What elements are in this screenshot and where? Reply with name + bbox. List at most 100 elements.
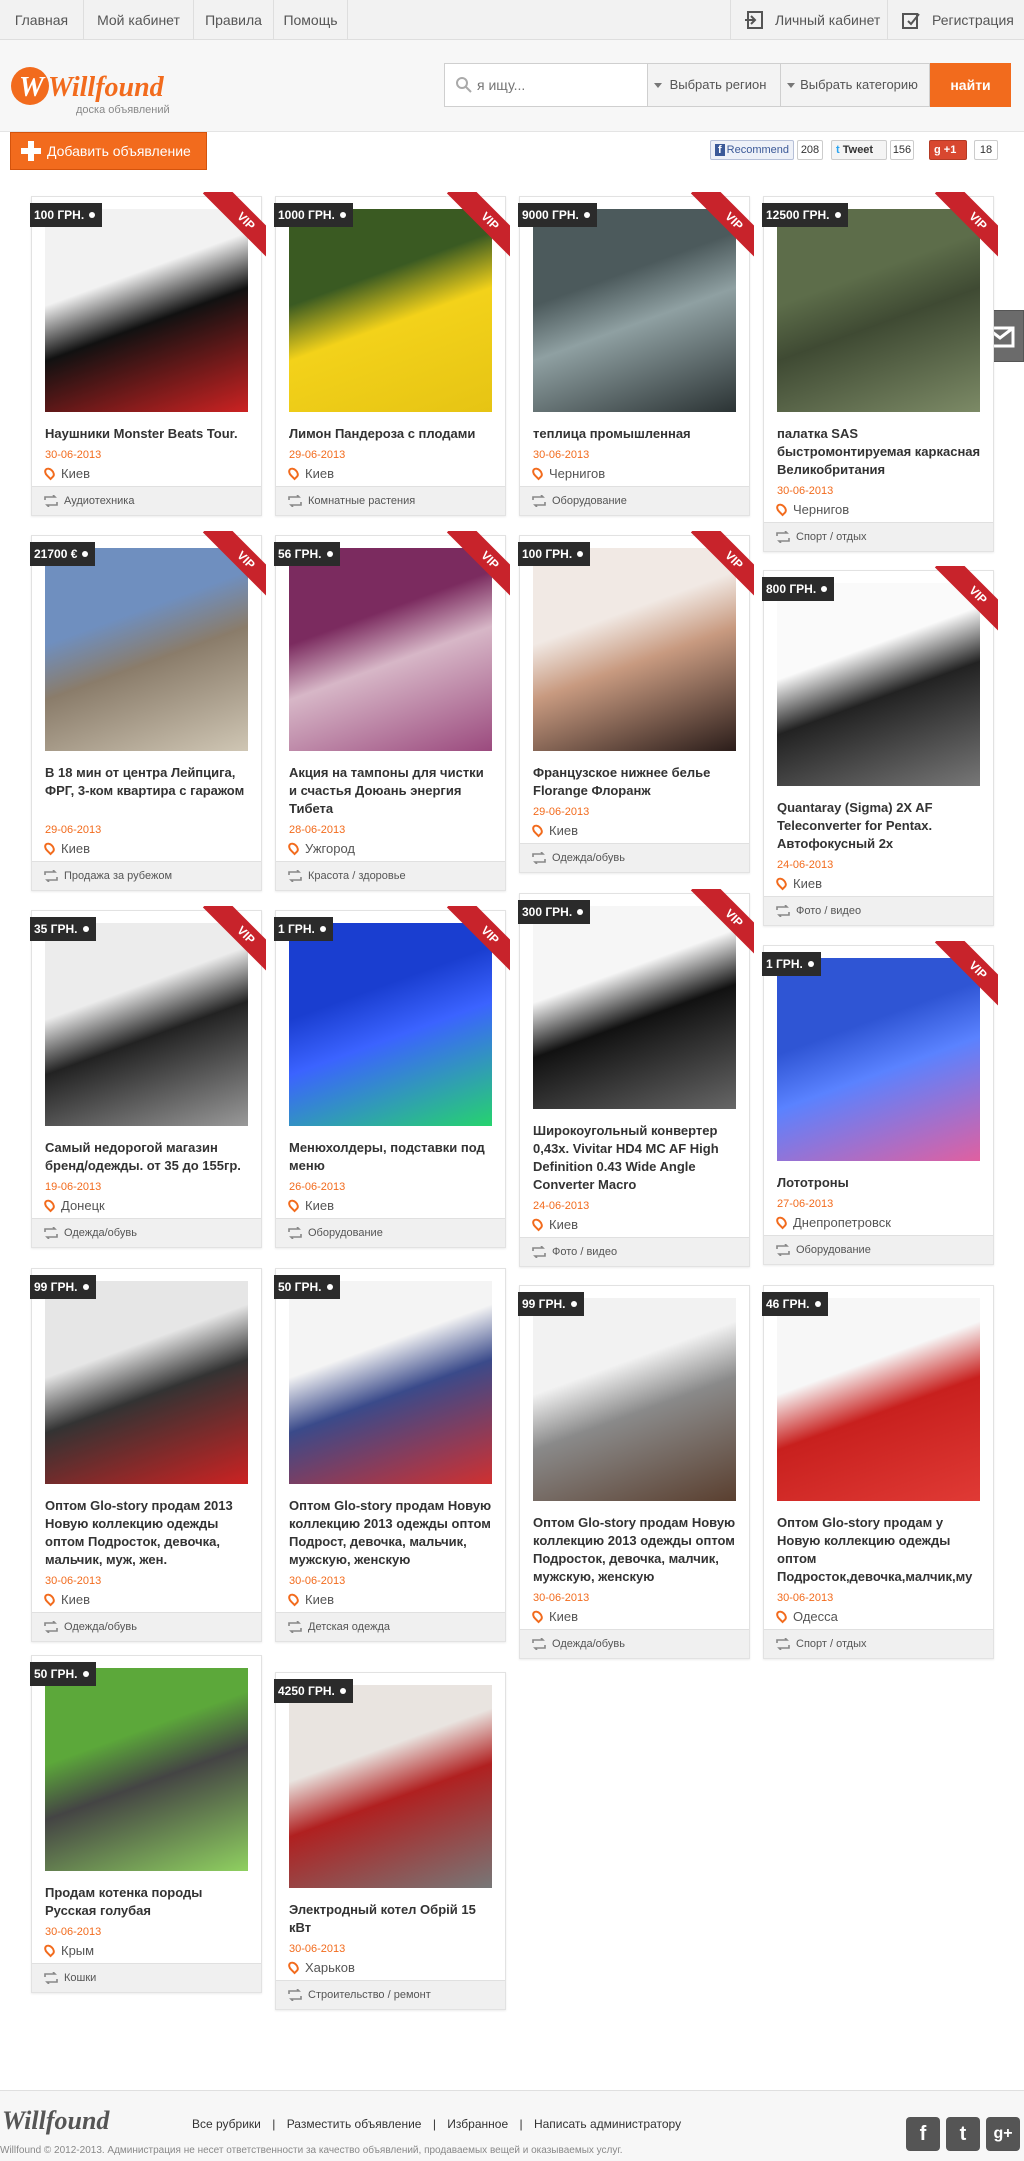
footer-link-favorites[interactable]: Избранное xyxy=(447,2117,508,2131)
listing-category[interactable]: Кошки xyxy=(32,1963,261,1992)
listing-category[interactable]: Одежда/обувь xyxy=(32,1612,261,1641)
listing-category[interactable]: Фото / видео xyxy=(764,896,993,925)
listing-category[interactable]: Фото / видео xyxy=(520,1237,749,1266)
listing-card[interactable]: 99 ГРН. Оптом Glo-story продам 2013 Новую… xyxy=(30,1268,262,1642)
listing-title[interactable]: Электродный котел Обрій 15 кВт xyxy=(289,1901,494,1937)
listing-category[interactable]: Одежда/обувь xyxy=(520,1629,749,1658)
search-input[interactable] xyxy=(477,64,647,106)
location-pin-icon xyxy=(42,1197,57,1213)
listing-image[interactable] xyxy=(533,1298,736,1501)
listing-category[interactable]: Комнатные растения xyxy=(276,486,505,515)
listing-category[interactable]: Оборудование xyxy=(276,1218,505,1247)
tweet-button[interactable]: t Tweet xyxy=(831,140,887,160)
listing-title[interactable]: Самый недорогой магазин бренд/одежды. от… xyxy=(45,1139,250,1175)
nav-personal-cabinet[interactable]: Личный кабинет xyxy=(730,0,887,40)
listing-title[interactable]: Менюхолдеры, подставки под меню xyxy=(289,1139,494,1175)
listing-title[interactable]: Продам котенка породы Русская голубая xyxy=(45,1884,250,1920)
listing-category[interactable]: Одежда/обувь xyxy=(520,843,749,872)
location-pin-icon xyxy=(774,501,789,517)
footer-link-contact-admin[interactable]: Написать администратору xyxy=(534,2117,681,2131)
listing-location: Киев xyxy=(42,840,90,856)
category-select[interactable]: Выбрать категорию xyxy=(781,63,930,107)
listing-title[interactable]: Оптом Glo-story продам у Новую коллекцию… xyxy=(777,1514,982,1586)
listing-title[interactable]: Оптом Glo-story продам Новую коллекцию 2… xyxy=(289,1497,494,1569)
vip-label: VIP xyxy=(202,192,266,265)
listing-card[interactable]: 100 ГРН. VIP Французское нижнее белье Flor… xyxy=(518,531,754,873)
location-pin-icon xyxy=(42,1942,57,1958)
listing-category[interactable]: Одежда/обувь xyxy=(32,1218,261,1247)
listing-title[interactable]: Оптом Glo-story продам Новую коллекцию 2… xyxy=(533,1514,738,1586)
google-plus-button[interactable]: g +1 xyxy=(929,140,967,160)
listing-image[interactable] xyxy=(777,1298,980,1501)
listing-card[interactable]: 1 ГРН. VIP Лототроны 27-06-2013 Днепропетров… xyxy=(762,941,998,1265)
listing-title[interactable]: Наушники Monster Beats Tour. xyxy=(45,425,250,443)
listing-image[interactable] xyxy=(45,1281,248,1484)
listing-category[interactable]: Строительство / ремонт xyxy=(276,1980,505,2009)
search-button[interactable]: найти xyxy=(930,63,1011,107)
svg-text:W: W xyxy=(19,72,46,103)
nav-rules[interactable]: Правила xyxy=(194,0,274,40)
listing-title[interactable]: теплица промышленная xyxy=(533,425,738,443)
listing-category[interactable]: Оборудование xyxy=(764,1235,993,1264)
nav-help[interactable]: Помощь xyxy=(274,0,348,40)
footer-link-place-ad[interactable]: Разместить объявление xyxy=(287,2117,422,2131)
listing-city: Одесса xyxy=(793,1609,838,1624)
nav-cabinet[interactable]: Мой кабинет xyxy=(84,0,194,40)
vip-ribbon: VIP xyxy=(192,192,266,266)
listing-date: 26-06-2013 xyxy=(289,1181,346,1193)
listing-card[interactable]: 21700 € VIP В 18 мин от центра Лейпцига, Ф… xyxy=(30,531,266,891)
listing-title[interactable]: Французское нижнее белье Florange Флоран… xyxy=(533,764,738,800)
listing-title[interactable]: В 18 мин от центра Лейпцига, ФРГ, 3-ком … xyxy=(45,764,250,800)
listing-image[interactable] xyxy=(45,1668,248,1871)
listing-card[interactable]: 35 ГРН. VIP Самый недорогой магазин бренд/… xyxy=(30,906,266,1248)
listing-card[interactable]: 50 ГРН. Оптом Glo-story продам Новую колл… xyxy=(274,1268,506,1642)
listing-card[interactable]: 1 ГРН. VIP Менюхолдеры, подставки под меню… xyxy=(274,906,510,1248)
listing-title[interactable]: Широкоугольный конвертер 0,43x. Vivitar … xyxy=(533,1122,738,1194)
footer-separator: | xyxy=(519,2117,523,2131)
listing-category-label: Одежда/обувь xyxy=(552,1638,625,1650)
listing-image[interactable] xyxy=(289,1281,492,1484)
listing-card[interactable]: 46 ГРН. Оптом Glo-story продам у Новую ко… xyxy=(762,1285,994,1659)
listing-category[interactable]: Спорт / отдых xyxy=(764,522,993,551)
listing-card[interactable]: 300 ГРН. VIP Широкоугольный конвертер 0,43… xyxy=(518,889,754,1267)
listing-title[interactable]: Акция на тампоны для чистки и счастья До… xyxy=(289,764,494,818)
listing-card[interactable]: 800 ГРН. VIP Quantaray (Sigma) 2X AF Telec… xyxy=(762,566,998,926)
listing-card[interactable]: 56 ГРН. VIP Акция на тампоны для чистки и … xyxy=(274,531,510,891)
listing-card[interactable]: 100 ГРН. VIP Наушники Monster Beats Tour. 3… xyxy=(30,192,266,516)
listing-category[interactable]: Аудиотехника xyxy=(32,486,261,515)
listing-location: Киев xyxy=(530,822,578,838)
listing-category[interactable]: Спорт / отдых xyxy=(764,1629,993,1658)
listing-title[interactable]: палатка SAS быстромонтируемая каркасная … xyxy=(777,425,982,479)
listing-image[interactable] xyxy=(289,1685,492,1888)
listing-card[interactable]: 9000 ГРН. VIP теплица промышленная 30-06-20… xyxy=(518,192,754,516)
nav-home[interactable]: Главная xyxy=(0,0,84,40)
facebook-recommend-button[interactable]: f Recommend xyxy=(710,140,794,160)
login-icon xyxy=(745,11,763,29)
logo[interactable]: W Willfound доска объявлений xyxy=(10,60,180,120)
listing-price: 99 ГРН. xyxy=(518,1292,584,1316)
listing-card[interactable]: 12500 ГРН. VIP палатка SAS быстромонтируем… xyxy=(762,192,998,552)
listing-category-label: Спорт / отдых xyxy=(796,531,867,543)
region-select[interactable]: Выбрать регион xyxy=(648,63,781,107)
footer-link-rubrics[interactable]: Все рубрики xyxy=(192,2117,261,2131)
add-listing-button[interactable]: Добавить объявление xyxy=(10,132,207,170)
twitter-icon[interactable]: t xyxy=(946,2117,980,2151)
repeat-icon xyxy=(288,1621,302,1633)
google-plus-icon[interactable]: g+ xyxy=(986,2117,1020,2151)
listing-card[interactable]: 1000 ГРН. VIP Лимон Пандероза с плодами 29-… xyxy=(274,192,510,516)
listing-title[interactable]: Quantaray (Sigma) 2X AF Teleconverter fo… xyxy=(777,799,982,853)
listing-card[interactable]: 99 ГРН. Оптом Glo-story продам Новую колл… xyxy=(518,1285,750,1659)
listing-title[interactable]: Оптом Glo-story продам 2013 Новую коллек… xyxy=(45,1497,250,1569)
listing-date: 19-06-2013 xyxy=(45,1181,102,1193)
listing-title[interactable]: Лототроны xyxy=(777,1174,982,1192)
nav-register[interactable]: Регистрация xyxy=(887,0,1024,40)
listing-card[interactable]: 4250 ГРН. Электродный котел Обрій 15 кВт 3… xyxy=(274,1672,506,2010)
listing-category[interactable]: Оборудование xyxy=(520,486,749,515)
listing-card[interactable]: 50 ГРН. Продам котенка породы Русская гол… xyxy=(30,1655,262,1993)
listing-category[interactable]: Детская одежда xyxy=(276,1612,505,1641)
listing-title[interactable]: Лимон Пандероза с плодами xyxy=(289,425,494,443)
listing-category[interactable]: Продажа за рубежом xyxy=(32,861,261,890)
listing-category[interactable]: Красота / здоровье xyxy=(276,861,505,890)
search-box xyxy=(444,63,648,107)
facebook-icon[interactable]: f xyxy=(906,2117,940,2151)
